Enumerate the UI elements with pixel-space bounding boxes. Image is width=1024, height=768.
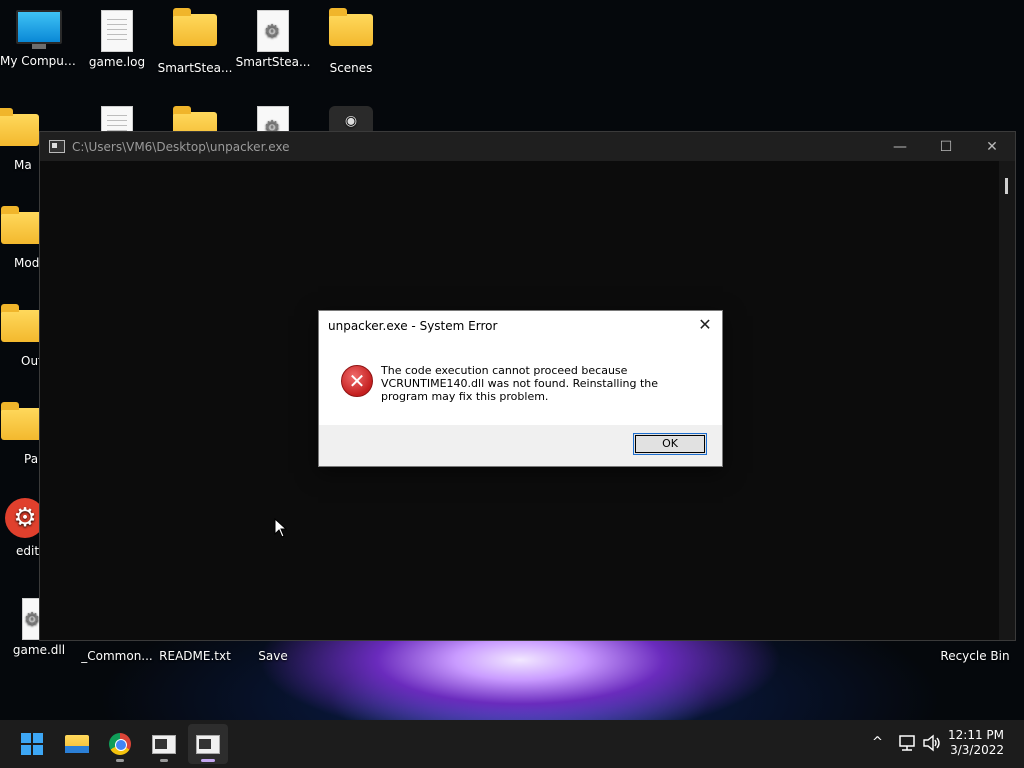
folder-icon	[0, 108, 39, 146]
show-hidden-icons-chevron-icon[interactable]: ^	[872, 735, 883, 750]
close-button[interactable]: ✕	[969, 132, 1015, 161]
console-app-icon	[196, 734, 220, 754]
folder-icon	[329, 8, 373, 46]
taskbar: ^ 12:11 PM 3/3/2022	[0, 720, 1024, 768]
maximize-button[interactable]: ☐	[923, 132, 969, 161]
desktop-icon-smartsteam-folder[interactable]: SmartStea...	[156, 8, 234, 75]
volume-icon[interactable]	[922, 734, 942, 752]
console-app-icon	[49, 140, 65, 153]
text-file-icon	[101, 10, 133, 52]
system-clock[interactable]: 12:11 PM 3/3/2022	[948, 728, 1004, 758]
console-scrollbar[interactable]	[999, 161, 1015, 640]
network-icon[interactable]	[897, 734, 917, 752]
chrome-icon	[109, 733, 131, 755]
minimize-button[interactable]: —	[877, 132, 923, 161]
error-icon: ✕	[341, 365, 373, 397]
file-explorer-icon	[65, 735, 89, 753]
folder-icon	[173, 8, 217, 46]
clock-time: 12:11 PM	[948, 728, 1004, 742]
taskbar-chrome[interactable]	[100, 724, 140, 764]
desktop-icon-label: game.log	[88, 55, 146, 69]
desktop-icon-scenes[interactable]: Scenes	[312, 8, 390, 75]
dialog-message: The code execution cannot proceed becaus…	[381, 364, 659, 403]
desktop-icon-label: _Common...	[81, 649, 153, 663]
desktop-icon-smartsteam-settings[interactable]: ⚙ SmartStea...	[234, 10, 312, 69]
taskbar-file-explorer[interactable]	[57, 724, 97, 764]
desktop-icon-game-log[interactable]: game.log	[78, 10, 156, 69]
active-indicator	[201, 759, 215, 762]
desktop-icon-label: SmartStea...	[157, 61, 233, 75]
running-indicator	[160, 759, 168, 762]
desktop-icon-label: Save	[258, 649, 288, 663]
desktop-icon-save[interactable]: Save	[234, 646, 312, 663]
console-title: C:\Users\VM6\Desktop\unpacker.exe	[72, 139, 290, 154]
console-titlebar[interactable]: C:\Users\VM6\Desktop\unpacker.exe — ☐ ✕	[40, 132, 1015, 161]
desktop-icon-label: Recycle Bin	[940, 649, 1010, 663]
desktop-icon-label: game.dll	[12, 643, 66, 657]
start-button[interactable]	[12, 724, 52, 764]
taskbar-console-1[interactable]	[144, 724, 184, 764]
dialog-footer: OK	[319, 425, 722, 466]
windows-logo-icon	[21, 733, 43, 755]
desktop-icon-recycle-bin[interactable]: Recycle Bin	[936, 646, 1014, 663]
ok-button[interactable]: OK	[633, 433, 707, 455]
desktop-icon-common[interactable]: _Common...	[78, 646, 156, 663]
computer-icon	[16, 10, 62, 49]
mouse-cursor-icon	[274, 518, 288, 538]
clock-date: 3/3/2022	[950, 743, 1004, 757]
system-error-dialog[interactable]: unpacker.exe - System Error ✕ ✕ The code…	[318, 310, 723, 467]
desktop-icon-readme[interactable]: README.txt	[156, 646, 234, 663]
desktop-icon-label: SmartStea...	[235, 55, 311, 69]
dialog-title: unpacker.exe - System Error	[328, 319, 498, 333]
running-indicator	[116, 759, 124, 762]
desktop-icon-label: Scenes	[329, 61, 373, 75]
settings-file-icon: ⚙	[257, 10, 289, 52]
dialog-close-button[interactable]: ✕	[694, 315, 716, 335]
desktop-icon-label: My Computer	[0, 54, 78, 68]
desktop-icon-my-computer[interactable]: My Computer	[0, 10, 78, 68]
console-app-icon	[152, 734, 176, 754]
desktop-icon-label: README.txt	[159, 649, 231, 663]
scrollbar-thumb[interactable]	[1005, 178, 1008, 194]
taskbar-console-2[interactable]	[188, 724, 228, 764]
